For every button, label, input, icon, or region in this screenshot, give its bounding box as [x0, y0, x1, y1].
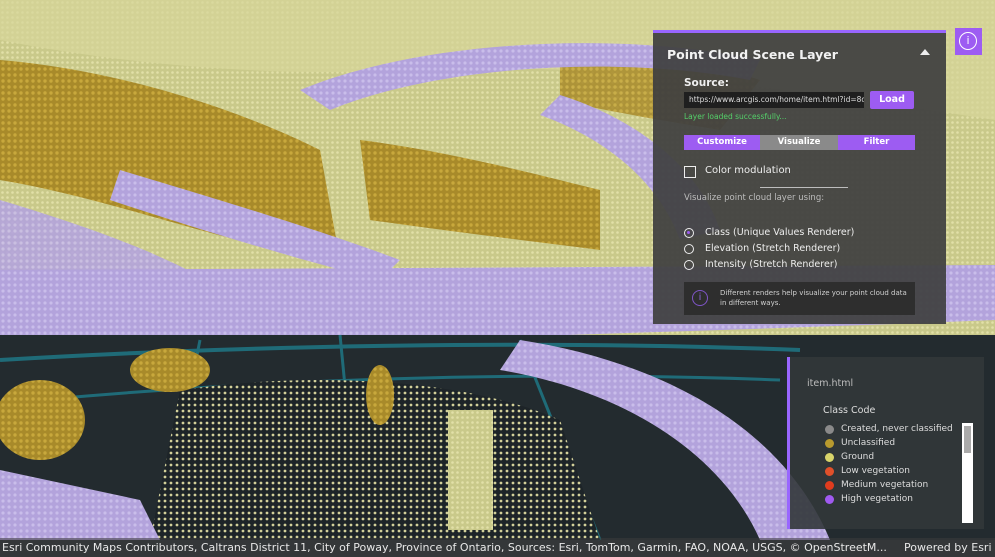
divider: [760, 187, 848, 188]
tab-visualize[interactable]: Visualize: [760, 135, 838, 150]
legend-swatch: [825, 439, 834, 448]
legend-scroll-thumb[interactable]: [964, 426, 971, 453]
legend-item-label: Low vegetation: [841, 466, 910, 476]
legend-item-label: Medium vegetation: [841, 480, 929, 490]
point-cloud-panel: Point Cloud Scene Layer Source: https://…: [653, 30, 946, 324]
info-icon: i: [959, 32, 977, 50]
attribution-text[interactable]: Esri Community Maps Contributors, Caltra…: [2, 538, 892, 557]
color-modulation-checkbox[interactable]: [684, 166, 696, 178]
legend-title: item.html: [807, 378, 854, 389]
panel-tabs: Customize Visualize Filter: [684, 135, 915, 150]
legend-swatch: [825, 481, 834, 490]
powered-by-link[interactable]: Powered by Esri: [904, 538, 992, 557]
legend-scrollbar[interactable]: [962, 423, 973, 523]
legend-swatch: [825, 495, 834, 504]
legend-item-label: Ground: [841, 452, 875, 462]
radio-intensity-label: Intensity (Stretch Renderer): [705, 259, 838, 270]
radio-class-label: Class (Unique Values Renderer): [705, 227, 855, 238]
tab-filter[interactable]: Filter: [838, 135, 915, 150]
legend-swatch: [825, 467, 834, 476]
panel-title: Point Cloud Scene Layer: [667, 47, 838, 62]
legend-item-label: Created, never classified: [841, 424, 953, 434]
renderer-note: i Different renders help visualize your …: [684, 282, 915, 315]
tab-customize[interactable]: Customize: [684, 135, 760, 150]
attribution-bar: Esri Community Maps Contributors, Caltra…: [0, 538, 995, 557]
legend-item-label: High vegetation: [841, 494, 913, 504]
radio-intensity-renderer[interactable]: [684, 260, 694, 270]
load-button[interactable]: Load: [870, 91, 914, 109]
source-url-input[interactable]: https://www.arcgis.com/home/item.html?id…: [684, 92, 864, 108]
renderer-note-text: Different renders help visualize your po…: [720, 289, 907, 307]
radio-elevation-label: Elevation (Stretch Renderer): [705, 243, 841, 254]
radio-selected-dot: [687, 231, 690, 234]
visualize-label: Visualize point cloud layer using:: [684, 193, 825, 203]
info-toggle-button[interactable]: i: [955, 28, 982, 55]
load-status: Layer loaded successfully...: [684, 112, 787, 121]
info-icon: i: [692, 290, 708, 306]
legend-swatch: [825, 425, 834, 434]
legend-swatch: [825, 453, 834, 462]
radio-elevation-renderer[interactable]: [684, 244, 694, 254]
legend-panel: item.html Class Code Created, never clas…: [787, 357, 984, 529]
legend-item-label: Unclassified: [841, 438, 896, 448]
color-modulation-label: Color modulation: [705, 165, 791, 176]
radio-class-renderer[interactable]: [684, 228, 694, 238]
source-label: Source:: [684, 77, 729, 89]
legend-subtitle: Class Code: [823, 405, 876, 416]
collapse-chevron-up-icon[interactable]: [920, 49, 930, 55]
